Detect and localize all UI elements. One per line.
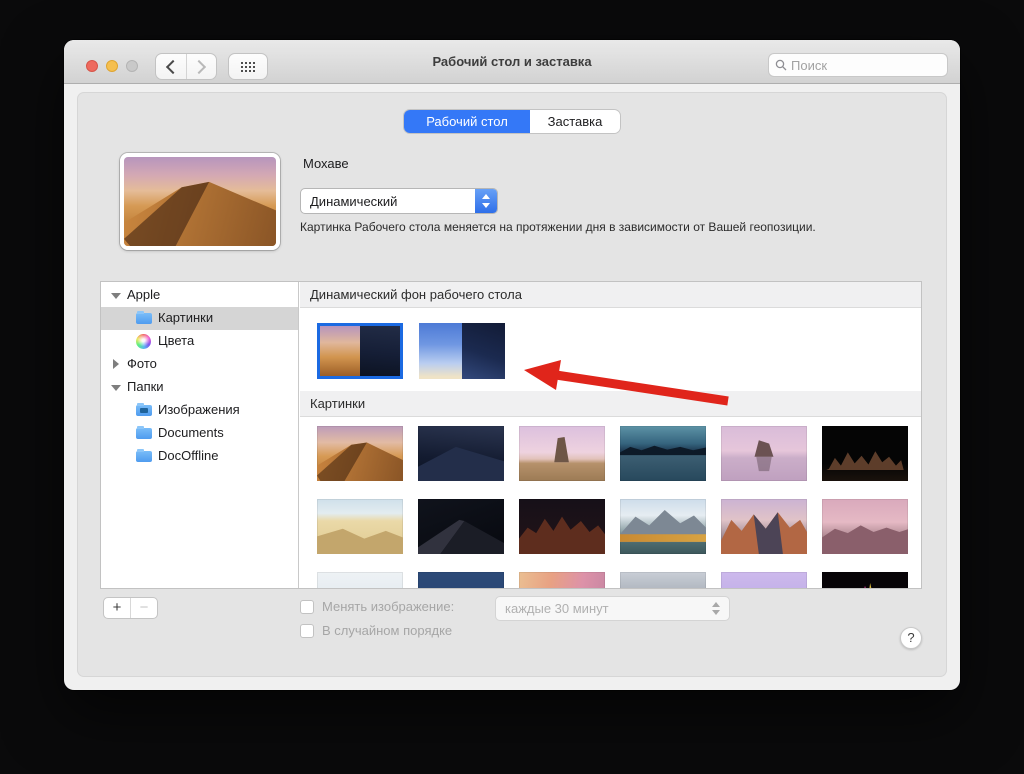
wallpaper-thumbnail[interactable] [317, 499, 403, 554]
current-wallpaper-preview [120, 153, 280, 250]
select-stepper-icon [475, 189, 497, 213]
source-browser: Apple Картинки Цвета Фото Папки Изображе… [100, 281, 922, 589]
wallpaper-thumbnail[interactable] [519, 426, 605, 481]
wallpaper-thumbnail[interactable] [317, 572, 403, 588]
forward-button [185, 54, 217, 79]
chevron-left-icon [165, 59, 180, 74]
search-field[interactable] [768, 53, 948, 77]
wallpaper-thumbnail[interactable] [620, 499, 706, 554]
pictures-section-header: Картинки [300, 391, 921, 417]
chevron-up-icon [712, 602, 720, 607]
dynamic-wallpaper-solar[interactable] [419, 323, 505, 379]
wallpaper-thumbnail[interactable] [418, 426, 504, 481]
random-order-label: В случайном порядке [322, 623, 453, 638]
disclosure-open-icon[interactable] [111, 385, 121, 391]
change-picture-label: Менять изображение: [322, 599, 455, 614]
grid-icon [241, 61, 255, 72]
wallpaper-thumbnail[interactable] [519, 499, 605, 554]
dynamic-wallpaper-mojave-selected[interactable] [317, 323, 403, 379]
folder-icon [136, 449, 152, 462]
style-select-value: Динамический [310, 193, 398, 209]
sidebar-group-apple[interactable]: Apple [101, 284, 298, 307]
sidebar-item-pictures[interactable]: Картинки [101, 307, 298, 330]
mojave-preview-image [124, 157, 276, 246]
interval-select-value: каждые 30 минут [505, 601, 609, 616]
wallpaper-thumbnail[interactable] [418, 572, 504, 588]
sidebar-item-documents[interactable]: Documents [101, 422, 298, 445]
remove-folder-button: − [139, 599, 149, 616]
sidebar-item-docoffline[interactable]: DocOffline [101, 445, 298, 468]
sidebar-item-images[interactable]: Изображения [101, 399, 298, 422]
tab-desktop[interactable]: Рабочий стол [404, 110, 530, 133]
source-sidebar: Apple Картинки Цвета Фото Папки Изображе… [101, 282, 299, 588]
tab-bar: Рабочий стол Заставка [404, 110, 620, 133]
nav-button-group [155, 53, 217, 80]
wallpaper-name: Мохаве [303, 156, 349, 171]
random-order-checkbox[interactable] [300, 624, 314, 638]
chevron-right-icon [192, 59, 207, 74]
wallpaper-thumbnail[interactable] [317, 426, 403, 481]
add-folder-button[interactable]: + [104, 598, 131, 618]
help-button[interactable]: ? [900, 627, 922, 649]
change-picture-checkbox[interactable] [300, 600, 314, 614]
desktop-background: Рабочий стол и заставка Рабо [0, 0, 1024, 774]
wallpaper-thumbnail[interactable] [721, 572, 807, 588]
color-wheel-icon [136, 334, 151, 349]
back-button[interactable] [156, 54, 186, 79]
search-input[interactable] [791, 57, 941, 73]
chevron-down-icon [712, 610, 720, 615]
add-remove-group: + − [103, 597, 158, 619]
search-icon [775, 59, 787, 71]
wallpaper-thumbnail[interactable] [519, 572, 605, 588]
wallpaper-thumbnail[interactable] [822, 426, 908, 481]
titlebar[interactable]: Рабочий стол и заставка [64, 40, 960, 84]
disclosure-open-icon[interactable] [111, 293, 121, 299]
folder-icon [136, 311, 152, 324]
wallpaper-description: Картинка Рабочего стола меняется на прот… [300, 220, 816, 234]
photos-folder-icon [136, 403, 152, 416]
wallpaper-thumbnail[interactable] [418, 499, 504, 554]
sidebar-group-folders[interactable]: Папки [101, 376, 298, 399]
close-button[interactable] [86, 60, 98, 72]
folder-icon [136, 426, 152, 439]
dynamic-section-header: Динамический фон рабочего стола [300, 282, 921, 308]
interval-select: каждые 30 минут [495, 596, 730, 621]
sidebar-item-colors[interactable]: Цвета [101, 330, 298, 353]
tab-screensaver[interactable]: Заставка [530, 110, 620, 133]
wallpaper-thumbnail[interactable] [721, 426, 807, 481]
system-preferences-window: Рабочий стол и заставка Рабо [64, 40, 960, 690]
sidebar-group-photos[interactable]: Фото [101, 353, 298, 376]
wallpaper-thumbnail[interactable] [822, 572, 908, 588]
style-select[interactable]: Динамический [300, 188, 498, 214]
wallpaper-thumbnail[interactable] [721, 499, 807, 554]
minimize-button[interactable] [106, 60, 118, 72]
wallpaper-browser: Динамический фон рабочего стола Картинки [300, 282, 921, 588]
disclosure-closed-icon[interactable] [113, 359, 119, 369]
wallpaper-thumbnail[interactable] [822, 499, 908, 554]
wallpaper-thumbnail[interactable] [620, 572, 706, 588]
show-all-button[interactable] [228, 53, 268, 80]
zoom-button [126, 60, 138, 72]
wallpaper-thumbnail[interactable] [620, 426, 706, 481]
